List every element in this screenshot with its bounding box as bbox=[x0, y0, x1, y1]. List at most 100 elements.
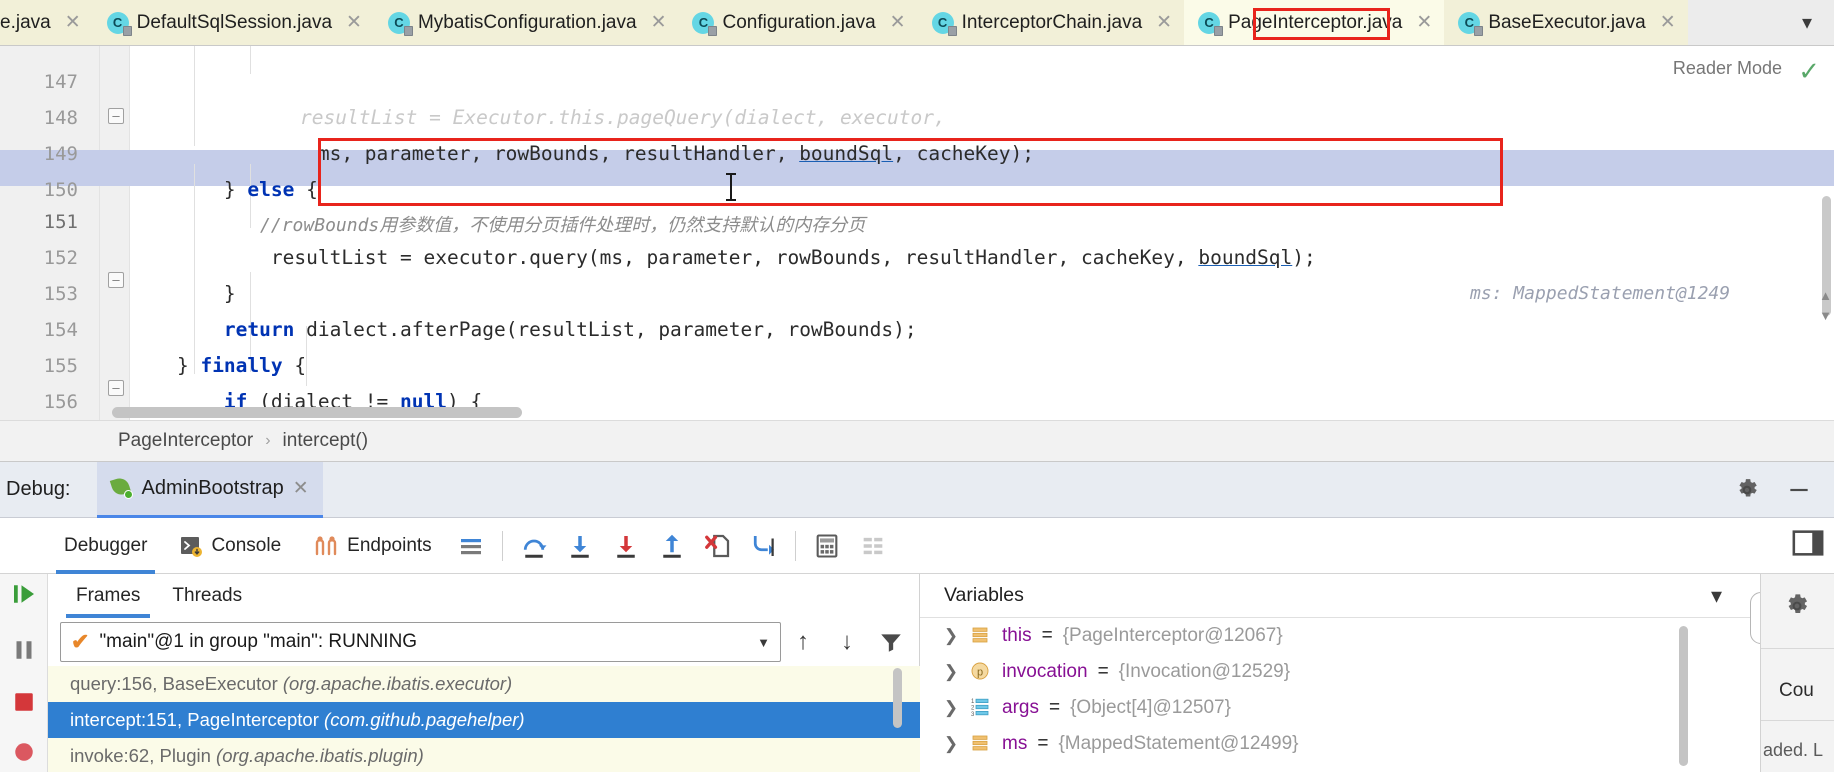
endpoints-icon bbox=[313, 534, 339, 558]
field-icon bbox=[970, 625, 992, 647]
array-icon: 1 2 3 bbox=[970, 697, 992, 719]
editor-tab-6[interactable]: C BaseExecutor.java ✕ bbox=[1444, 0, 1687, 45]
debug-session-tab[interactable]: AdminBootstrap ✕ bbox=[97, 462, 323, 518]
minimize-icon[interactable] bbox=[1786, 477, 1812, 503]
tab-threads[interactable]: Threads bbox=[156, 574, 258, 618]
editor-tab-4[interactable]: C InterceptorChain.java ✕ bbox=[918, 0, 1185, 45]
variable-name: ms bbox=[1002, 733, 1027, 755]
breadcrumb-method[interactable]: intercept() bbox=[283, 430, 369, 452]
close-icon[interactable]: ✕ bbox=[1416, 13, 1432, 32]
breadcrumb-class[interactable]: PageInterceptor bbox=[118, 430, 253, 452]
step-out-icon[interactable] bbox=[649, 518, 695, 574]
editor-horizontal-scrollbar[interactable] bbox=[112, 407, 522, 418]
stack-frame-method: intercept:151, PageInterceptor bbox=[70, 709, 319, 731]
frames-panel: Frames Threads ✔ "main"@1 in group "main… bbox=[48, 574, 920, 772]
arrow-up-icon[interactable]: ↑ bbox=[781, 628, 825, 656]
loaded-label: aded. L bbox=[1763, 740, 1823, 761]
code-line-155: 155 if (dialect != null) { bbox=[0, 312, 1834, 348]
step-over-icon[interactable] bbox=[511, 518, 557, 574]
chevron-down-icon[interactable]: ▼ bbox=[757, 635, 770, 650]
force-step-into-icon[interactable] bbox=[603, 518, 649, 574]
editor-tab-3[interactable]: C Configuration.java ✕ bbox=[678, 0, 917, 45]
variable-value: {Invocation@12529} bbox=[1119, 661, 1290, 683]
close-icon[interactable]: ✕ bbox=[293, 477, 309, 500]
arrow-down-icon[interactable]: ↓ bbox=[825, 628, 869, 656]
expand-chevron-icon[interactable]: ❯ bbox=[942, 662, 960, 682]
gear-icon[interactable] bbox=[1734, 477, 1760, 503]
variable-row[interactable]: ❯ this = {PageInterceptor@12067} bbox=[920, 618, 1760, 654]
gear-icon[interactable] bbox=[1783, 592, 1811, 620]
stack-frame-package: (com.github.pagehelper) bbox=[324, 709, 525, 731]
variable-row[interactable]: ❯ p invocation = {Invocation@12529} bbox=[920, 654, 1760, 690]
stack-frame-row[interactable]: invoke:62, Plugin (org.apache.ibatis.plu… bbox=[48, 738, 920, 772]
spring-leaf-icon bbox=[111, 477, 133, 499]
tab-endpoints[interactable]: Endpoints bbox=[297, 518, 448, 574]
close-icon[interactable]: ✕ bbox=[651, 13, 667, 32]
java-class-icon: C bbox=[1458, 12, 1480, 34]
stack-frame-package: (org.apache.ibatis.plugin) bbox=[216, 745, 424, 767]
funnel-icon[interactable] bbox=[869, 629, 913, 655]
close-icon[interactable]: ✕ bbox=[890, 13, 906, 32]
debug-session-name: AdminBootstrap bbox=[142, 477, 284, 500]
tab-debugger[interactable]: Debugger bbox=[48, 518, 163, 574]
stack-scrollbar[interactable] bbox=[893, 668, 902, 728]
svg-text:1: 1 bbox=[971, 699, 975, 705]
counter-label: Cou bbox=[1779, 680, 1814, 702]
layout-settings-icon[interactable] bbox=[448, 518, 494, 574]
variable-equals: = bbox=[1098, 661, 1109, 683]
stack-frame-method: query:156, BaseExecutor bbox=[70, 673, 278, 695]
mute-breakpoints-icon[interactable] bbox=[8, 736, 40, 768]
java-class-icon: C bbox=[1198, 12, 1220, 34]
thread-selector-row: ✔ "main"@1 in group "main": RUNNING ▼ ↑ … bbox=[48, 618, 919, 666]
close-icon[interactable]: ✕ bbox=[1156, 13, 1172, 32]
pause-program-icon[interactable] bbox=[8, 634, 40, 666]
editor-tab-label: DefaultSqlSession.java bbox=[137, 12, 332, 34]
editor-tab-2[interactable]: C MybatisConfiguration.java ✕ bbox=[374, 0, 679, 45]
chevron-down-icon[interactable]: ▾ bbox=[1780, 0, 1834, 45]
scroll-up-arrow-icon[interactable]: ▲ bbox=[1819, 288, 1832, 303]
evaluate-expression-icon[interactable] bbox=[804, 518, 850, 574]
tab-frames[interactable]: Frames bbox=[60, 574, 156, 618]
stack-frame-row-selected[interactable]: intercept:151, PageInterceptor (com.gith… bbox=[48, 702, 920, 738]
variables-panel: Variables ▾ ❯ this = {PageInterceptor@12… bbox=[920, 574, 1760, 772]
restore-layout-icon[interactable] bbox=[1790, 526, 1826, 560]
expand-chevron-icon[interactable]: ❯ bbox=[942, 698, 960, 718]
expand-chevron-icon[interactable]: ❯ bbox=[942, 734, 960, 754]
reader-mode-check-icon[interactable]: ✓ bbox=[1798, 56, 1820, 87]
editor-tab-0[interactable]: e.java ✕ bbox=[0, 0, 93, 45]
step-into-icon[interactable] bbox=[557, 518, 603, 574]
variable-equals: = bbox=[1042, 625, 1053, 647]
variables-scrollbar[interactable] bbox=[1679, 626, 1688, 766]
variable-row[interactable]: ❯ ms = {MappedStatement@12499} bbox=[920, 726, 1760, 762]
run-to-cursor-icon[interactable] bbox=[741, 518, 787, 574]
breadcrumb: PageInterceptor › intercept() bbox=[0, 420, 1834, 462]
close-icon[interactable]: ✕ bbox=[346, 13, 362, 32]
code-line-150: 150 //rowBounds用参数值，不使用分页插件处理时，仍然支持默认的内存… bbox=[0, 136, 1834, 172]
text-cursor bbox=[730, 173, 732, 201]
debug-label: Debug: bbox=[6, 478, 71, 501]
stop-icon[interactable] bbox=[8, 686, 40, 718]
resume-program-icon[interactable] bbox=[8, 578, 40, 610]
stack-frame-list[interactable]: query:156, BaseExecutor (org.apache.ibat… bbox=[48, 666, 920, 772]
code-line-154: 154 } finally { bbox=[0, 276, 1834, 312]
editor-tab-1[interactable]: C DefaultSqlSession.java ✕ bbox=[93, 0, 374, 45]
variable-row[interactable]: ❯ 1 2 3 args = {Object[4]@12507} bbox=[920, 690, 1760, 726]
stack-frame-method: invoke:62, Plugin bbox=[70, 745, 211, 767]
stack-frame-row[interactable]: query:156, BaseExecutor (org.apache.ibat… bbox=[48, 666, 920, 702]
close-icon[interactable]: ✕ bbox=[1660, 13, 1676, 32]
variable-name: this bbox=[1002, 625, 1032, 647]
variable-value: {Object[4]@12507} bbox=[1070, 697, 1231, 719]
scroll-down-arrow-icon[interactable]: ▼ bbox=[1819, 308, 1832, 323]
editor-tab-pageinterceptor[interactable]: C PageInterceptor.java ✕ bbox=[1184, 0, 1444, 45]
editor-tab-label: e.java bbox=[0, 12, 51, 34]
drop-frame-icon[interactable] bbox=[695, 518, 741, 574]
thread-selector[interactable]: ✔ "main"@1 in group "main": RUNNING ▼ bbox=[60, 622, 781, 662]
chevron-down-icon[interactable]: ▾ bbox=[1711, 583, 1722, 609]
tab-console[interactable]: Console bbox=[163, 518, 297, 574]
close-icon[interactable]: ✕ bbox=[65, 13, 81, 32]
code-editor[interactable]: – – – Reader Mode ✓ 147 resultList = Exe… bbox=[0, 46, 1834, 420]
frames-tab-strip: Frames Threads bbox=[48, 574, 919, 618]
expand-chevron-icon[interactable]: ❯ bbox=[942, 626, 960, 646]
show-execution-point-icon[interactable] bbox=[850, 518, 896, 574]
variable-name: invocation bbox=[1002, 661, 1088, 683]
